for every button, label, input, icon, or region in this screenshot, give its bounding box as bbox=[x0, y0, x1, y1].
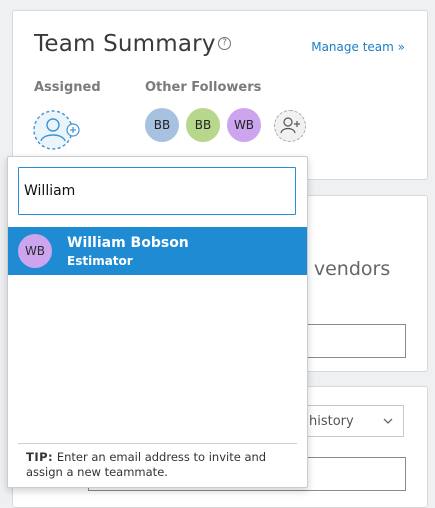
result-name: William Bobson bbox=[67, 235, 189, 251]
other-followers-label: Other Followers bbox=[145, 80, 262, 95]
divider bbox=[18, 443, 297, 444]
team-summary-title: Team Summary bbox=[34, 31, 216, 57]
history-select-value: history bbox=[309, 414, 354, 429]
avatar: WB bbox=[18, 234, 52, 268]
tip-text: TIP: Enter an email address to invite an… bbox=[26, 450, 291, 480]
manage-team-link[interactable]: Manage team » bbox=[311, 40, 405, 54]
history-select[interactable]: history bbox=[300, 405, 404, 437]
tip-label: TIP: bbox=[26, 450, 54, 464]
search-input[interactable] bbox=[18, 167, 296, 215]
vendor-input[interactable] bbox=[300, 324, 406, 358]
help-icon[interactable]: ? bbox=[218, 37, 231, 50]
result-role: Estimator bbox=[67, 254, 133, 268]
add-follower-icon[interactable] bbox=[274, 110, 306, 142]
assignee-dropdown: WB William Bobson Estimator TIP: Enter a… bbox=[7, 156, 308, 488]
assigned-label: Assigned bbox=[34, 80, 101, 95]
tip-body: Enter an email address to invite and ass… bbox=[26, 450, 267, 479]
vendors-text: r vendors bbox=[300, 258, 391, 280]
follower-avatar[interactable]: WB bbox=[227, 108, 261, 142]
result-row[interactable]: WB William Bobson Estimator bbox=[8, 227, 307, 275]
team-summary-card: Team Summary ? Manage team » Assigned Ot… bbox=[12, 10, 428, 180]
assign-user-icon[interactable] bbox=[33, 108, 83, 152]
follower-avatar[interactable]: BB bbox=[145, 108, 179, 142]
follower-avatar[interactable]: BB bbox=[186, 108, 220, 142]
chevron-down-icon bbox=[383, 406, 393, 449]
